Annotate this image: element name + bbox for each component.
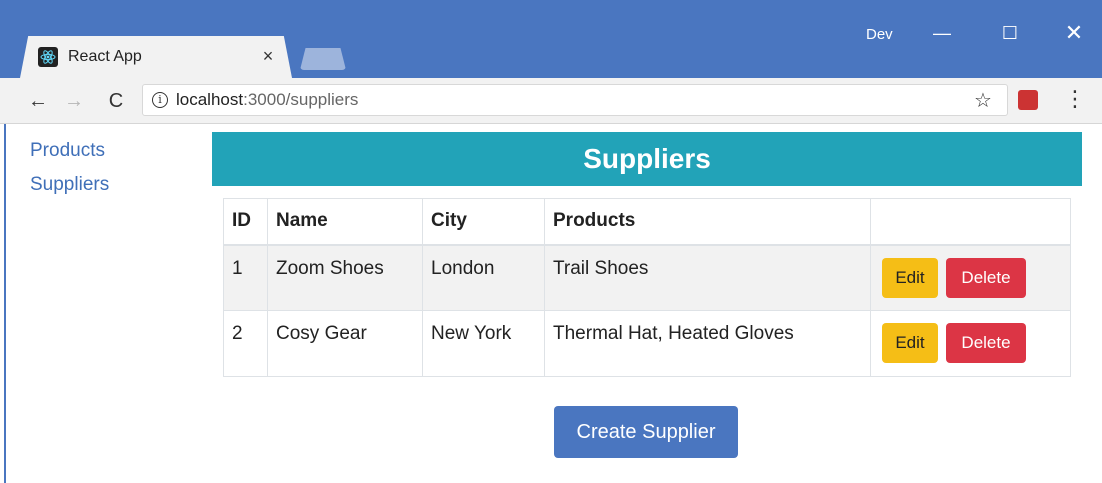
profile-label[interactable]: Dev: [866, 26, 893, 43]
forward-icon[interactable]: →: [62, 88, 86, 114]
new-tab-button[interactable]: [300, 48, 346, 70]
cell-products: Trail Shoes: [544, 244, 871, 311]
tab-react-app[interactable]: [20, 36, 292, 78]
column-header-id: ID: [223, 198, 268, 246]
react-favicon-icon: [38, 47, 58, 67]
info-icon[interactable]: i: [152, 92, 168, 108]
cell-name: Zoom Shoes: [267, 244, 423, 311]
cell-name: Cosy Gear: [267, 310, 423, 377]
side-navigation: Products Suppliers: [30, 134, 109, 202]
url-path: :3000/suppliers: [243, 90, 359, 109]
column-header-actions: [870, 198, 1071, 246]
cell-products: Thermal Hat, Heated Gloves: [544, 310, 871, 377]
delete-button[interactable]: Delete: [946, 257, 1026, 298]
nav-link-products[interactable]: Products: [30, 134, 109, 168]
delete-button[interactable]: Delete: [946, 323, 1026, 363]
suppliers-table: ID Name City Products 1 Zoom Shoes Londo…: [223, 198, 1071, 377]
tab-title: React App: [68, 48, 142, 65]
back-icon[interactable]: ←: [26, 88, 50, 114]
tab-close-icon[interactable]: ×: [258, 46, 278, 66]
cell-id: 2: [223, 310, 268, 377]
extension-icon[interactable]: [1018, 90, 1038, 110]
url-host: localhost: [176, 90, 244, 109]
minimize-icon[interactable]: —: [922, 18, 962, 48]
cell-id: 1: [223, 244, 268, 311]
edit-button[interactable]: Edit: [882, 257, 938, 298]
edit-button[interactable]: Edit: [882, 323, 938, 363]
nav-link-suppliers[interactable]: Suppliers: [30, 168, 109, 202]
page-title: Suppliers: [212, 132, 1082, 186]
menu-icon[interactable]: ⋮: [1064, 86, 1086, 112]
cell-city: New York: [422, 310, 545, 377]
create-supplier-button[interactable]: Create Supplier: [554, 406, 738, 458]
star-icon[interactable]: ☆: [974, 88, 992, 113]
column-header-products: Products: [544, 198, 871, 246]
cell-actions: Edit Delete: [870, 310, 1071, 377]
column-header-name: Name: [267, 198, 423, 246]
table-header-row: ID Name City Products: [223, 198, 1071, 246]
window-frame-edge: [4, 124, 6, 483]
column-header-city: City: [422, 198, 545, 246]
url-text[interactable]: localhost:3000/suppliers: [176, 90, 358, 110]
table-row: 2 Cosy Gear New York Thermal Hat, Heated…: [223, 310, 1071, 377]
reload-icon[interactable]: C: [104, 88, 128, 114]
cell-actions: Edit Delete: [870, 244, 1071, 311]
close-window-icon[interactable]: ✕: [1054, 18, 1094, 48]
maximize-icon[interactable]: ☐: [990, 18, 1030, 48]
table-row: 1 Zoom Shoes London Trail Shoes Edit Dele…: [223, 244, 1071, 311]
cell-city: London: [422, 244, 545, 311]
